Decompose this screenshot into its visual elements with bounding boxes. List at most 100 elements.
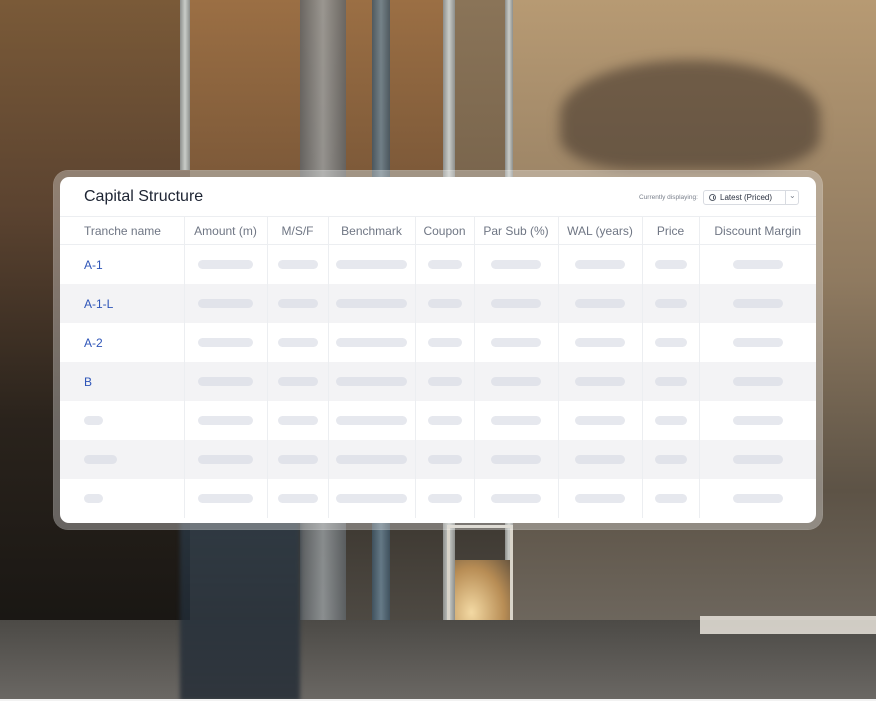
table-cell bbox=[473, 244, 558, 284]
tranche-cell: A-2 bbox=[60, 323, 184, 362]
loading-skeleton bbox=[654, 298, 687, 308]
table-cell bbox=[327, 284, 415, 323]
table-cell bbox=[183, 362, 267, 401]
col-header-par-sub[interactable]: Par Sub (%) bbox=[473, 216, 558, 245]
table-cell bbox=[266, 479, 328, 518]
table-cell bbox=[266, 284, 328, 323]
loading-skeleton bbox=[198, 298, 253, 308]
loading-skeleton bbox=[277, 415, 318, 425]
loading-skeleton bbox=[575, 415, 625, 425]
loading-skeleton bbox=[732, 298, 783, 308]
loading-skeleton bbox=[198, 337, 253, 347]
loading-skeleton bbox=[198, 454, 253, 464]
capital-structure-table: Tranche name Amount (m) M/S/F Benchmark … bbox=[60, 216, 816, 518]
display-select-value: Latest (Priced) bbox=[720, 193, 773, 202]
tranche-name-link[interactable]: A-1-L bbox=[84, 297, 113, 311]
card-title: Capital Structure bbox=[84, 188, 204, 205]
table-cell bbox=[183, 284, 267, 323]
table-cell bbox=[266, 401, 328, 440]
table-cell bbox=[641, 284, 699, 323]
loading-skeleton bbox=[491, 298, 541, 308]
table-row[interactable] bbox=[60, 440, 816, 479]
loading-skeleton bbox=[277, 493, 318, 503]
table-cell bbox=[183, 323, 267, 362]
table-cell bbox=[266, 244, 328, 284]
capital-structure-card: Capital Structure Currently displaying: … bbox=[60, 177, 816, 523]
col-header-benchmark[interactable]: Benchmark bbox=[327, 216, 415, 245]
chevron-down-icon: ⌄ bbox=[789, 191, 796, 200]
display-label: Currently displaying: bbox=[639, 194, 698, 201]
table-cell bbox=[698, 323, 816, 362]
loading-skeleton bbox=[491, 493, 541, 503]
loading-skeleton bbox=[654, 376, 687, 386]
table-row[interactable]: A-1-L bbox=[60, 284, 816, 323]
loading-skeleton bbox=[198, 376, 253, 386]
table-cell bbox=[414, 284, 474, 323]
table-cell bbox=[641, 362, 699, 401]
col-header-coupon[interactable]: Coupon bbox=[414, 216, 474, 245]
table-header-row: Tranche name Amount (m) M/S/F Benchmark … bbox=[60, 216, 816, 245]
table-row[interactable] bbox=[60, 479, 816, 518]
tranche-name-link[interactable]: B bbox=[84, 375, 92, 389]
table-cell bbox=[698, 440, 816, 479]
table-cell bbox=[641, 479, 699, 518]
col-header-price[interactable]: Price bbox=[641, 216, 699, 245]
col-header-wal[interactable]: WAL (years) bbox=[557, 216, 642, 245]
loading-skeleton bbox=[427, 259, 462, 269]
loading-skeleton bbox=[277, 454, 318, 464]
tranche-name-link[interactable]: A-1 bbox=[84, 258, 103, 272]
loading-skeleton bbox=[427, 415, 462, 425]
table-row[interactable] bbox=[60, 401, 816, 440]
loading-skeleton bbox=[575, 337, 625, 347]
table-cell bbox=[473, 440, 558, 479]
display-select[interactable]: Latest (Priced) ⌄ bbox=[703, 190, 799, 205]
loading-skeleton bbox=[732, 493, 783, 503]
tranche-cell bbox=[60, 440, 184, 479]
table-row[interactable]: A-2 bbox=[60, 323, 816, 362]
table-cell bbox=[414, 401, 474, 440]
table-cell bbox=[473, 323, 558, 362]
loading-skeleton bbox=[427, 337, 462, 347]
loading-skeleton bbox=[84, 415, 103, 425]
tranche-name-link[interactable]: A-2 bbox=[84, 336, 103, 350]
loading-skeleton bbox=[732, 454, 783, 464]
col-header-amount[interactable]: Amount (m) bbox=[183, 216, 267, 245]
tranche-cell bbox=[60, 479, 184, 518]
loading-skeleton bbox=[491, 376, 541, 386]
table-cell bbox=[414, 440, 474, 479]
table-cell bbox=[698, 362, 816, 401]
table-cell bbox=[414, 244, 474, 284]
loading-skeleton bbox=[732, 337, 783, 347]
tranche-cell bbox=[60, 401, 184, 440]
loading-skeleton bbox=[336, 259, 407, 269]
table-row[interactable]: A-1 bbox=[60, 244, 816, 284]
table-cell bbox=[557, 440, 642, 479]
col-header-tranche-name[interactable]: Tranche name bbox=[60, 216, 184, 245]
col-header-msf[interactable]: M/S/F bbox=[266, 216, 328, 245]
card-header: Capital Structure Currently displaying: … bbox=[60, 177, 816, 216]
clock-icon bbox=[709, 194, 716, 201]
loading-skeleton bbox=[277, 259, 318, 269]
loading-skeleton bbox=[427, 376, 462, 386]
loading-skeleton bbox=[427, 493, 462, 503]
loading-skeleton bbox=[336, 493, 407, 503]
table-cell bbox=[327, 401, 415, 440]
table-row[interactable]: B bbox=[60, 362, 816, 401]
loading-skeleton bbox=[654, 337, 687, 347]
loading-skeleton bbox=[654, 454, 687, 464]
table-cell bbox=[327, 362, 415, 401]
loading-skeleton bbox=[336, 337, 407, 347]
table-cell bbox=[641, 440, 699, 479]
tranche-cell: B bbox=[60, 362, 184, 401]
loading-skeleton bbox=[491, 454, 541, 464]
table-cell bbox=[266, 440, 328, 479]
table-cell bbox=[266, 323, 328, 362]
table-cell bbox=[698, 479, 816, 518]
loading-skeleton bbox=[198, 259, 253, 269]
loading-skeleton bbox=[654, 415, 687, 425]
table-cell bbox=[266, 362, 328, 401]
loading-skeleton bbox=[575, 259, 625, 269]
table-cell bbox=[414, 362, 474, 401]
col-header-discount-margin[interactable]: Discount Margin bbox=[698, 216, 816, 245]
loading-skeleton bbox=[277, 376, 318, 386]
